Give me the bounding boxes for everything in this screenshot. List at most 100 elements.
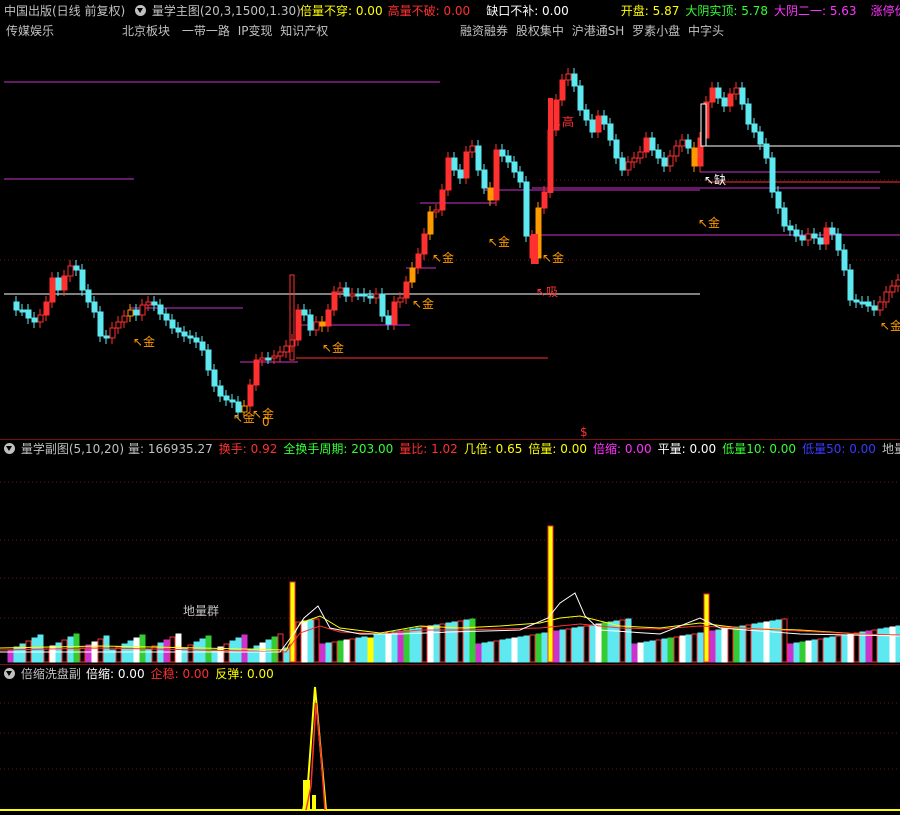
volume-bar	[673, 636, 680, 663]
main-indicator-name[interactable]: 量学主图(20,3,1500,1.30)	[152, 2, 301, 20]
collapse-circle-icon[interactable]	[135, 5, 147, 16]
candlestick	[445, 157, 452, 191]
main-stat: 大阴实顶: 5.78	[685, 4, 768, 18]
bottom-indicator-name[interactable]: 倍缩洗盘副	[21, 665, 81, 683]
candlestick	[715, 87, 722, 99]
candlestick	[391, 301, 398, 325]
volume-bar	[367, 637, 374, 663]
bottom-stat: 企稳: 0.00	[151, 667, 210, 681]
volume-bar	[841, 634, 848, 663]
volume-bar	[655, 639, 662, 663]
main-stat: 倍量不穿: 0.00	[300, 4, 383, 18]
volume-bar	[307, 619, 314, 663]
volume-bar	[661, 638, 668, 663]
candlestick	[295, 309, 302, 341]
candlestick	[337, 287, 344, 293]
stat-value: 0.00	[439, 4, 471, 18]
volume-bar	[691, 633, 698, 663]
candlestick	[775, 191, 782, 209]
candlestick	[829, 227, 836, 235]
candlestick	[265, 357, 272, 361]
volume-bar	[811, 639, 818, 663]
candlestick	[517, 171, 524, 183]
volume-chart[interactable]: 地量群	[0, 458, 900, 664]
collapse-circle-icon[interactable]	[4, 668, 15, 679]
gold-signal-label: ↖金	[412, 296, 434, 311]
volume-bar	[553, 630, 560, 663]
concept-tag[interactable]: 沪港通SH	[572, 22, 625, 40]
volume-bar	[289, 581, 296, 663]
candlestick	[481, 169, 488, 189]
main-candlestick-chart[interactable]: ↖金↖金↖金↖金↖金↖金↖金↖金↖金↖金↖高↖缺↖吸$0	[0, 40, 900, 440]
volume-bar	[493, 640, 500, 663]
sub-indicator-name[interactable]: 量学副图(5,10,20)	[21, 440, 124, 458]
candlestick	[475, 145, 482, 171]
sub-stat: 地量: 0.00	[882, 442, 900, 456]
candlestick	[199, 341, 206, 351]
gold-signal-label: ↖金	[542, 250, 564, 265]
stat-label: 量:	[128, 442, 145, 456]
stat-label: 换手:	[218, 442, 247, 456]
candlestick	[421, 233, 428, 255]
candlestick	[757, 131, 764, 145]
candlestick	[541, 191, 548, 209]
candlestick	[613, 139, 620, 159]
stock-title[interactable]: 中国出版(日线 前复权)	[4, 2, 125, 20]
volume-bar	[547, 525, 554, 663]
candlestick	[253, 359, 260, 386]
volume-bar	[319, 643, 326, 663]
candlestick	[781, 207, 788, 227]
volume-bar	[847, 633, 854, 663]
concept-tag[interactable]: 股权集中	[516, 22, 564, 40]
main-stat: 大阴二一: 5.63	[774, 4, 857, 18]
stat-label: 倍缩:	[86, 667, 115, 681]
volume-bar	[541, 632, 548, 663]
concept-tag[interactable]: 中字头	[688, 22, 724, 40]
volume-bar	[601, 622, 608, 663]
candlestick	[889, 285, 896, 293]
stat-value: 0.00	[538, 4, 569, 18]
candlestick	[307, 314, 314, 331]
candlestick	[205, 349, 212, 371]
candlestick	[811, 233, 818, 239]
concept-tag[interactable]: 北京板块	[122, 22, 170, 40]
candlestick	[769, 157, 776, 193]
concept-tag[interactable]: 传媒娱乐	[6, 22, 54, 40]
sub-header-stats: 量: 166935.27 换手: 0.92 全换手周期: 203.00 量比: 1.0…	[128, 440, 900, 458]
concept-tag[interactable]: IP变现	[238, 22, 273, 40]
sub-stat: 换手: 0.92	[219, 442, 278, 456]
washout-indicator-chart[interactable]	[0, 683, 900, 815]
stat-label: 平量:	[657, 442, 686, 456]
volume-bar	[421, 626, 428, 663]
stat-label: 全换手周期:	[283, 442, 348, 456]
concept-tag[interactable]: 罗素小盘	[632, 22, 680, 40]
candlestick	[19, 309, 26, 313]
volume-bar	[709, 630, 716, 663]
volume-bar	[793, 642, 800, 663]
bottom-header: 倍缩洗盘副	[4, 665, 87, 683]
volume-bar	[433, 624, 440, 663]
candlestick	[169, 319, 176, 329]
candlestick	[727, 93, 734, 107]
volume-bar	[697, 632, 704, 663]
volume-bar	[853, 632, 860, 663]
collapse-circle-icon[interactable]	[4, 443, 15, 454]
volume-bar	[277, 633, 284, 663]
candlestick	[427, 211, 434, 235]
candlestick	[115, 321, 122, 329]
concept-tag[interactable]: 融资融券	[460, 22, 508, 40]
candlestick	[787, 225, 794, 231]
stat-value: 203.00	[347, 442, 394, 456]
sub-stat: 量: 166935.27	[128, 442, 213, 456]
volume-bar	[391, 631, 398, 663]
candlestick	[595, 115, 602, 133]
candlestick	[349, 293, 356, 297]
volume-bar	[883, 627, 890, 663]
candlestick	[145, 301, 152, 306]
candlestick	[601, 115, 608, 125]
concept-tag[interactable]: 一带一路	[182, 22, 230, 40]
candlestick	[853, 299, 860, 303]
volume-bar	[133, 637, 140, 663]
concept-tag[interactable]: 知识产权	[280, 22, 328, 40]
candlestick	[691, 147, 698, 167]
